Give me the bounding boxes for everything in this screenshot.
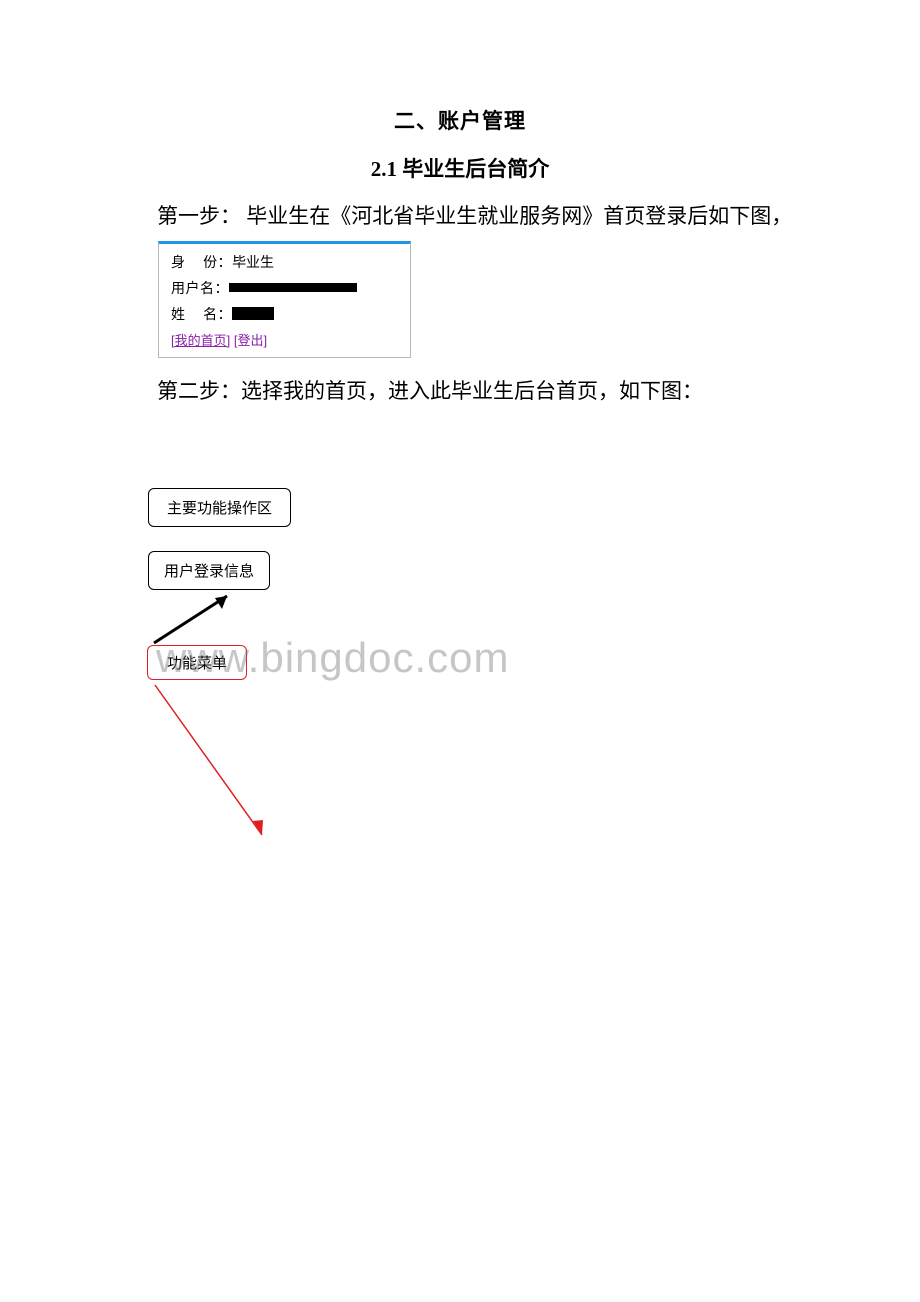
my-home-link[interactable]: [我的首页] xyxy=(171,333,230,348)
username-row: 用户名： xyxy=(171,278,398,298)
name-label: 姓 名： xyxy=(171,304,232,324)
subsection-title: 毕业生后台简介 xyxy=(397,157,549,181)
callout-main-ops: 主要功能操作区 xyxy=(148,488,291,527)
step-2-text: 第二步：选择我的首页，进入此毕业生后台首页，如下图： xyxy=(0,376,920,408)
logout-link[interactable]: [登出] xyxy=(234,333,267,348)
redacted-name xyxy=(232,307,274,320)
subsection-heading: 2.1 毕业生后台简介 xyxy=(0,153,920,183)
identity-label-1: 身 份： xyxy=(171,252,232,272)
identity-value: 毕业生 xyxy=(232,252,274,272)
card-links: [我的首页] [登出] xyxy=(171,330,398,349)
login-card: 身 份：毕业生 用户名： 姓 名： [我的首页] [登出] xyxy=(158,241,411,358)
username-label: 用户名： xyxy=(171,278,229,298)
identity-row: 身 份：毕业生 xyxy=(171,252,398,272)
arrow-red-icon xyxy=(150,680,350,860)
callout-login-info: 用户登录信息 xyxy=(148,551,270,590)
section-heading: 二、账户管理 xyxy=(0,105,920,135)
callout-function-menu: 功能菜单 xyxy=(147,645,247,680)
subsection-number: 2.1 xyxy=(371,157,397,181)
arrow-black-icon xyxy=(149,588,249,648)
redacted-username xyxy=(229,283,357,292)
name-row: 姓 名： xyxy=(171,304,398,324)
step-1-text: 第一步： 毕业生在《河北省毕业生就业服务网》首页登录后如下图， xyxy=(0,201,920,233)
